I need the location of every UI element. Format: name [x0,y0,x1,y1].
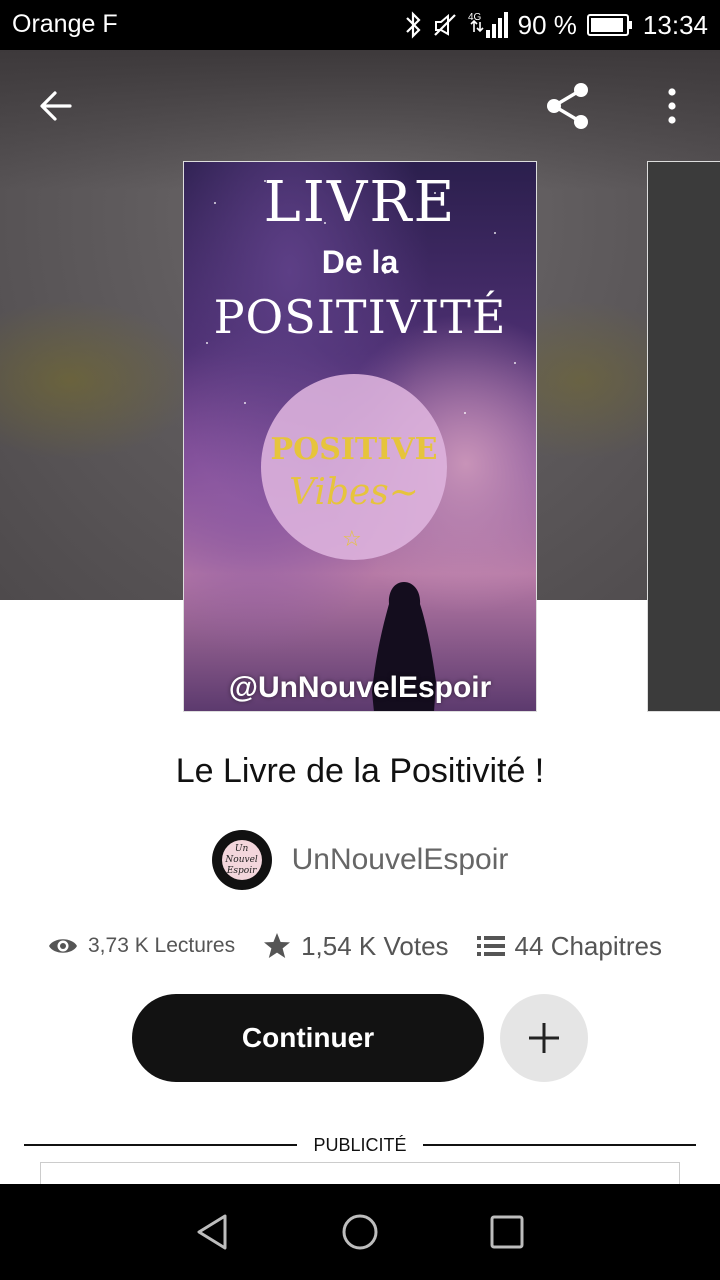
hero-glow [0,300,200,460]
bluetooth-icon [405,11,421,39]
reads-stat: 3,73 K Lectures [48,934,235,958]
story-details-screen: LIVRE De la POSITIVITÉ POSITIVE Vibes~ ☆… [0,50,720,1184]
continue-reading-button[interactable]: Continuer [132,994,484,1082]
book-cover[interactable]: LIVRE De la POSITIVITÉ POSITIVE Vibes~ ☆… [184,162,536,711]
avatar-text: Un Nouvel Espoir [221,840,262,880]
ad-container[interactable] [40,1162,680,1184]
cover-title-line1: LIVRE [263,170,457,235]
author-name[interactable]: UnNouvelEspoir [292,843,509,877]
circle-home-icon [342,1214,378,1250]
nav-recents-button[interactable] [467,1192,547,1272]
eye-icon [49,939,77,953]
ad-header: PUBLICITÉ [24,1130,696,1160]
battery-icon [586,14,632,36]
square-recents-icon [490,1215,524,1249]
arrow-left-icon [40,91,72,121]
cover-handle: @UnNouvelEspoir [228,671,492,704]
cover-badge-line2: Vibes~ [289,472,419,513]
reads-count: 3,73 K Lectures [88,934,236,957]
author-row[interactable]: Un Nouvel Espoir UnNouvelEspoir [0,830,720,890]
story-title: Le Livre de la Positivité ! [175,752,545,790]
cover-title-line2: De la [321,244,399,280]
back-button[interactable] [28,78,84,134]
votes-stat: 1,54 K Votes [263,930,449,962]
nav-home-button[interactable] [320,1192,400,1272]
more-vertical-icon [668,88,676,124]
divider [24,1144,298,1146]
status-bar: Orange F 4G 90 % 13:34 [0,0,720,50]
more-options-button[interactable] [644,78,700,134]
share-button[interactable] [540,78,596,134]
clock: 13:34 [642,9,708,40]
list-icon [476,936,505,956]
plus-icon [529,1023,559,1053]
triangle-back-icon [197,1214,227,1250]
system-nav-bar [0,1184,720,1280]
status-icons: 4G 90 % 13:34 [404,8,708,42]
avatar[interactable]: Un Nouvel Espoir [211,830,272,890]
carrier-name: Orange F [12,10,118,38]
nav-back-button[interactable] [173,1192,253,1272]
chapters-stat[interactable]: 44 Chapitres [476,930,662,962]
story-stats: 3,73 K Lectures 1,54 K Votes 44 Chapitre… [48,926,688,966]
share-icon [547,83,588,129]
signal-icon: 4G [468,12,508,38]
battery-percent: 90 % [517,9,577,40]
ad-label: PUBLICITÉ [313,1134,407,1155]
votes-count: 1,54 K Votes [301,930,449,961]
cover-badge-line1: POSITIVE [270,432,438,467]
add-to-library-button[interactable] [500,994,588,1082]
divider [422,1144,696,1146]
cover-title-line3: POSITIVITÉ [213,290,507,344]
star-icon [264,933,291,958]
mute-icon [433,13,456,36]
cover-star-icon: ☆ [342,526,362,551]
chapters-count: 44 Chapitres [514,930,662,961]
next-book-cover[interactable] [648,162,720,711]
